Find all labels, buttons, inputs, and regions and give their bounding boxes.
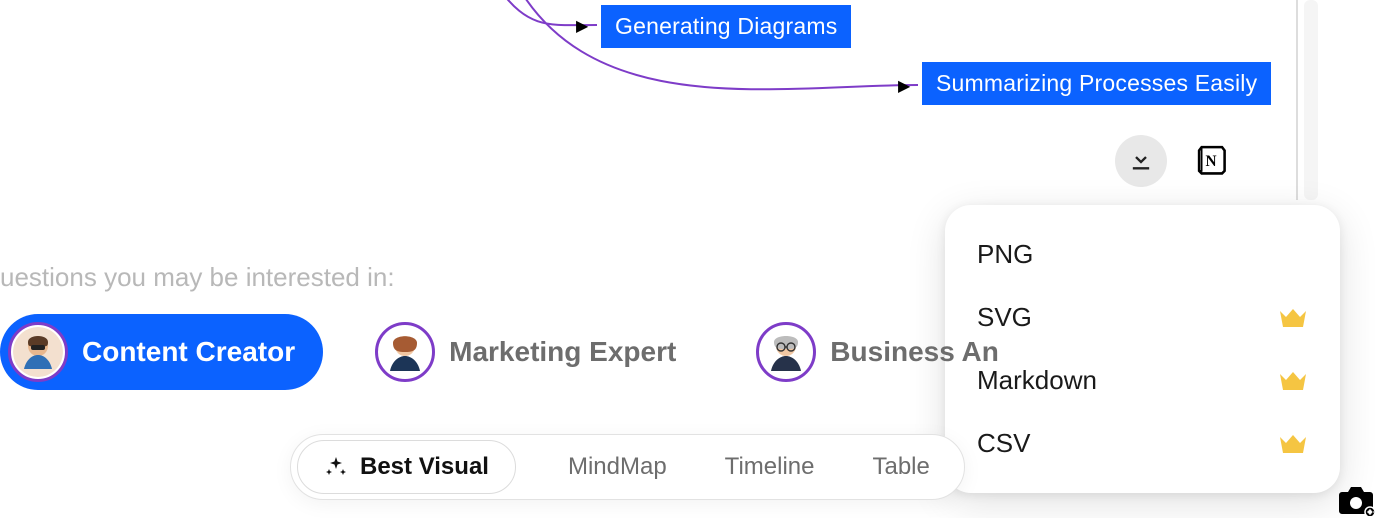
- persona-content-creator[interactable]: Content Creator: [0, 314, 323, 390]
- scrollbar-track[interactable]: [1304, 0, 1318, 200]
- export-option-csv[interactable]: CSV: [945, 412, 1340, 475]
- export-option-label: CSV: [977, 428, 1030, 459]
- export-option-png[interactable]: PNG: [945, 223, 1340, 286]
- tab-timeline[interactable]: Timeline: [719, 443, 821, 491]
- crown-icon: [1278, 433, 1308, 455]
- diagram-node[interactable]: Generating Diagrams: [601, 5, 851, 48]
- suggested-questions-heading: uestions you may be interested in:: [0, 262, 395, 293]
- persona-label: Marketing Expert: [449, 336, 676, 368]
- crown-icon: [1278, 370, 1308, 392]
- screenshot-button[interactable]: [1336, 482, 1376, 516]
- camera-icon: [1336, 482, 1376, 516]
- persona-label: Content Creator: [82, 336, 295, 368]
- avatar-ring: [375, 322, 435, 382]
- notion-icon: N: [1194, 142, 1228, 181]
- tab-best-visual[interactable]: Best Visual: [297, 440, 516, 494]
- visualization-tabs: Best Visual MindMap Timeline Table: [290, 434, 965, 500]
- avatar-icon: [380, 327, 430, 377]
- sparkle-icon: [324, 455, 348, 479]
- persona-row: Content Creator Marketing Expert Busines…: [0, 314, 1027, 390]
- tab-table[interactable]: Table: [866, 443, 935, 491]
- diagram-node[interactable]: Summarizing Processes Easily: [922, 62, 1271, 105]
- tab-mindmap[interactable]: MindMap: [562, 443, 673, 491]
- panel-divider: [1296, 0, 1298, 200]
- export-option-label: PNG: [977, 239, 1033, 270]
- avatar-ring: [756, 322, 816, 382]
- download-icon: [1127, 145, 1155, 178]
- avatar-icon: [13, 327, 63, 377]
- avatar-ring: [8, 322, 68, 382]
- persona-marketing-expert[interactable]: Marketing Expert: [367, 314, 704, 390]
- avatar-icon: [761, 327, 811, 377]
- persona-label: Business An: [830, 336, 999, 368]
- notion-button[interactable]: N: [1191, 141, 1231, 181]
- tab-label: Best Visual: [360, 453, 489, 481]
- svg-text:N: N: [1205, 152, 1216, 169]
- persona-business-analyst[interactable]: Business An: [748, 314, 1027, 390]
- crown-icon: [1278, 307, 1308, 329]
- download-button[interactable]: [1115, 135, 1167, 187]
